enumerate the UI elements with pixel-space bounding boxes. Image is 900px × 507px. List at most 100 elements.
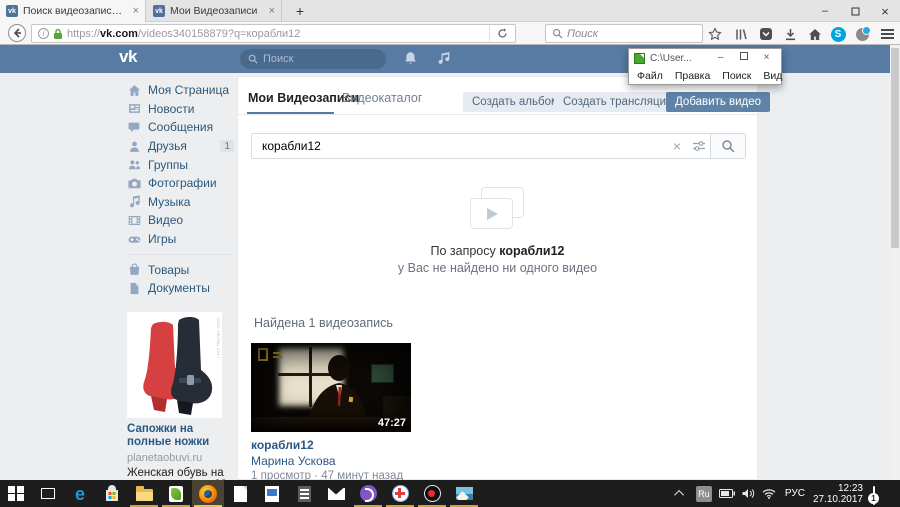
create-album-button[interactable]: Создать альбом (463, 92, 568, 112)
sidebar-ad[interactable]: ООО ОБУВЬ 2017 Сапожки на полные ножки p… (127, 312, 233, 480)
filter-sliders-icon[interactable] (688, 134, 710, 158)
sidebar-item-my-page[interactable]: Моя Страница (128, 81, 234, 100)
sidebar-item-photos[interactable]: Фотографии (128, 174, 234, 193)
browser-search-input[interactable] (567, 28, 677, 40)
sidebar-item-video[interactable]: Видео (128, 211, 234, 230)
red-cross-icon (392, 485, 409, 502)
ad-description: Женская обувь на полные ножки с 33 по 44… (127, 468, 233, 480)
tray-expand-chevron-icon[interactable] (674, 490, 684, 500)
site-info-icon[interactable]: i (38, 28, 49, 39)
messages-icon (128, 121, 141, 134)
browser-tab-2[interactable]: vk Мои Видеозаписи × (147, 0, 282, 22)
overlay-close-button[interactable]: × (755, 50, 778, 66)
browser-tab-active[interactable]: vk Поиск видеозаписей по за × (0, 0, 146, 22)
notepadpp-taskbar-button[interactable] (160, 480, 192, 507)
overlay-maximize-button[interactable] (732, 50, 755, 66)
recorder-taskbar-button[interactable] (416, 480, 448, 507)
task-view-button[interactable] (32, 480, 64, 507)
reload-button[interactable] (489, 25, 515, 42)
menu-file[interactable]: Файл (637, 70, 663, 82)
video-thumbnail[interactable]: 47:27 (251, 343, 411, 432)
notepad-taskbar-button[interactable] (224, 480, 256, 507)
skype-icon[interactable]: S (829, 26, 847, 42)
wordpad-taskbar-button[interactable] (256, 480, 288, 507)
music-note-icon[interactable] (437, 51, 453, 67)
language-indicator-badge[interactable]: Ru (696, 486, 712, 502)
sidebar-item-music[interactable]: Музыка (128, 193, 234, 212)
overlay-titlebar[interactable]: C:\User... – × (629, 49, 781, 67)
menu-view[interactable]: Вид (763, 70, 782, 82)
wifi-icon[interactable] (762, 488, 776, 499)
ad-title-link[interactable]: Сапожки на полные ножки (127, 423, 233, 449)
browser-tabbar: vk Поиск видеозаписей по за × vk Мои Вид… (0, 0, 900, 22)
sidebar-label: Документы (148, 281, 210, 295)
page-scrollbar[interactable] (890, 45, 900, 480)
menu-search[interactable]: Поиск (722, 70, 751, 82)
browser-search[interactable] (545, 24, 703, 43)
volume-icon[interactable] (742, 488, 755, 499)
medical-app-taskbar-button[interactable] (384, 480, 416, 507)
screenshot-extension-icon[interactable] (853, 26, 871, 42)
close-button[interactable]: × (870, 0, 900, 22)
sidebar-item-news[interactable]: Новости (128, 100, 234, 119)
ad-image-boots[interactable]: ООО ОБУВЬ 2017 (127, 312, 222, 418)
sidebar-item-friends[interactable]: Друзья 1 (128, 137, 234, 156)
bookmark-star-icon[interactable] (706, 26, 724, 42)
vk-logo[interactable]: vk (119, 47, 137, 67)
sidebar-item-games[interactable]: Игры (128, 230, 234, 249)
overlay-minimize-button[interactable]: – (709, 50, 732, 66)
edge-taskbar-button[interactable]: e (64, 480, 96, 507)
bittorrent-taskbar-button[interactable] (352, 480, 384, 507)
sidebar-item-market[interactable]: Товары (128, 260, 234, 279)
url-path: /videos340158879?q=корабли12 (138, 28, 300, 40)
action-center-button[interactable]: 1 (873, 487, 890, 501)
photos-taskbar-button[interactable] (448, 480, 480, 507)
pocket-icon[interactable] (757, 26, 775, 42)
vk-header-search[interactable]: Поиск (240, 49, 386, 69)
empty-state-line1: По запросу корабли12 (238, 244, 757, 258)
ssl-lock-icon (53, 28, 63, 40)
video-result-item[interactable]: 47:27 корабли12 Марина Ускова 1 просмотр… (251, 343, 451, 480)
notepad-overlay-window[interactable]: C:\User... – × Файл Правка Поиск Вид (628, 48, 782, 85)
back-button[interactable] (8, 24, 26, 42)
search-submit-button[interactable] (710, 134, 745, 158)
tab-close-icon[interactable]: × (133, 5, 139, 17)
downloads-icon[interactable] (781, 26, 799, 42)
sidebar-label: Друзья (148, 139, 187, 153)
tab-close-icon[interactable]: × (269, 5, 275, 17)
address-bar[interactable]: i https://vk.com/videos340158879?q=кораб… (31, 24, 516, 43)
create-stream-button[interactable]: Создать трансляцию (554, 92, 684, 112)
maximize-button[interactable] (840, 0, 870, 22)
mail-taskbar-button[interactable] (320, 480, 352, 507)
sidebar-label: Моя Страница (148, 83, 229, 97)
add-video-button[interactable]: Добавить видео (666, 92, 770, 112)
browser-navbar: i https://vk.com/videos340158879?q=кораб… (0, 22, 900, 45)
firefox-taskbar-button[interactable] (192, 480, 224, 507)
minimize-button[interactable]: – (810, 0, 840, 22)
clear-search-icon[interactable]: × (666, 134, 688, 158)
start-button[interactable] (0, 480, 32, 507)
language-code[interactable]: РУС (785, 488, 805, 499)
journal-taskbar-button[interactable] (288, 480, 320, 507)
store-taskbar-button[interactable] (96, 480, 128, 507)
sidebar-item-groups[interactable]: Группы (128, 155, 234, 174)
battery-icon[interactable] (719, 489, 735, 498)
video-title-link[interactable]: корабли12 (251, 438, 451, 452)
new-tab-button[interactable]: + (288, 0, 312, 22)
results-count-header: Найдена 1 видеозапись (254, 316, 393, 330)
notifications-bell-icon[interactable] (403, 51, 419, 67)
sidebar-item-documents[interactable]: Документы (128, 279, 234, 298)
tab-video-catalog[interactable]: Видеокаталог (342, 77, 422, 115)
video-search-input[interactable] (252, 134, 666, 158)
home-icon[interactable] (806, 26, 824, 42)
sidebar-item-messages[interactable]: Сообщения (128, 118, 234, 137)
library-icon[interactable] (732, 26, 750, 42)
taskbar-clock[interactable]: 12:23 27.10.2017 (813, 483, 863, 505)
file-explorer-taskbar-button[interactable] (128, 480, 160, 507)
menu-edit[interactable]: Правка (675, 70, 710, 82)
scrollbar-thumb[interactable] (891, 48, 899, 248)
video-author-link[interactable]: Марина Ускова (251, 454, 451, 468)
market-bag-icon (128, 263, 141, 276)
menu-hamburger-icon[interactable] (878, 26, 896, 42)
overlay-title: C:\User... (650, 53, 709, 64)
